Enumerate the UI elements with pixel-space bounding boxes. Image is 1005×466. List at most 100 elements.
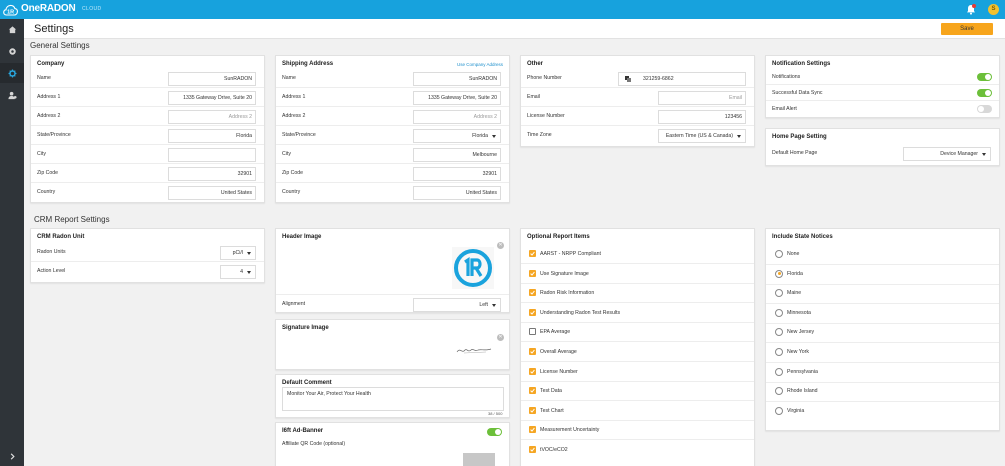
state-option[interactable]: None bbox=[766, 246, 999, 265]
radio-label: New York bbox=[787, 349, 809, 355]
optional-item[interactable]: Test Chart bbox=[521, 402, 754, 421]
checkbox-checked[interactable] bbox=[529, 367, 536, 375]
company-address2-input[interactable]: Address 2 bbox=[168, 110, 256, 124]
checkbox-checked[interactable] bbox=[529, 426, 536, 434]
default-comment-textarea[interactable]: Monitor Your Air, Protect Your Health bbox=[282, 387, 504, 411]
company-zip-row: Zip Code 32901 bbox=[31, 164, 264, 183]
state-option[interactable]: Minnesota bbox=[766, 305, 999, 324]
phone-input[interactable]: 321259-6862 bbox=[618, 72, 746, 86]
check-icon bbox=[530, 251, 535, 256]
optional-item[interactable]: License Number bbox=[521, 363, 754, 382]
alignment-select[interactable]: Left bbox=[413, 298, 501, 312]
sidebar-item-home[interactable] bbox=[0, 19, 24, 39]
company-country-input[interactable]: United States bbox=[168, 186, 256, 200]
radio-unselected[interactable] bbox=[775, 406, 783, 415]
qr-code-placeholder[interactable] bbox=[463, 453, 495, 466]
checkbox-unchecked[interactable] bbox=[529, 328, 536, 336]
shipping-address2-input[interactable]: Address 2 bbox=[413, 110, 501, 124]
field-label: Zip Code bbox=[37, 170, 59, 176]
optional-item[interactable]: Measurement Uncertainty bbox=[521, 421, 754, 441]
optional-item[interactable]: Overall Average bbox=[521, 343, 754, 362]
default-home-select[interactable]: Device Manager bbox=[903, 147, 991, 161]
remove-header-image-icon[interactable]: ✕ bbox=[497, 242, 504, 249]
sidebar-expand-button[interactable] bbox=[0, 446, 24, 466]
state-option[interactable]: New Jersey bbox=[766, 324, 999, 344]
sidebar-item-settings[interactable] bbox=[0, 63, 24, 83]
general-settings-heading: General Settings bbox=[30, 41, 90, 50]
checkbox-checked[interactable] bbox=[529, 348, 536, 355]
gear-icon bbox=[8, 69, 16, 77]
radio-selected[interactable] bbox=[775, 269, 783, 278]
brand-name: OneRADON bbox=[21, 3, 76, 14]
optional-item[interactable]: Understanding Radon Test Results bbox=[521, 304, 754, 323]
radio-unselected[interactable] bbox=[775, 289, 783, 298]
optional-item[interactable]: Radon Risk Information bbox=[521, 284, 754, 304]
sidebar-item-users[interactable] bbox=[0, 85, 24, 105]
optional-item[interactable]: tVOC/eCO2 bbox=[521, 441, 754, 460]
save-button[interactable]: Save bbox=[941, 23, 993, 35]
action-level-select[interactable]: 4 bbox=[220, 265, 256, 279]
email-input[interactable]: Email bbox=[658, 91, 746, 105]
optional-item[interactable]: EPA Average bbox=[521, 323, 754, 343]
radio-unselected[interactable] bbox=[775, 348, 783, 356]
radio-unselected[interactable] bbox=[775, 250, 783, 258]
state-option[interactable]: Florida bbox=[766, 266, 999, 285]
shipping-zip-input[interactable]: 32901 bbox=[413, 167, 501, 181]
checkbox-checked[interactable] bbox=[529, 387, 536, 395]
checkbox-checked[interactable] bbox=[529, 308, 536, 316]
state-option[interactable]: Rhode Island bbox=[766, 383, 999, 403]
user-avatar[interactable]: S bbox=[988, 4, 999, 15]
radio-unselected[interactable] bbox=[775, 328, 783, 337]
notifications-toggle[interactable] bbox=[977, 73, 992, 81]
default-home-row: Default Home Page Device Manager bbox=[766, 144, 999, 163]
optional-item[interactable]: AARST - NRPP Compliant bbox=[521, 245, 754, 264]
radio-unselected[interactable] bbox=[775, 308, 783, 317]
timezone-select[interactable]: Eastern Time (US & Canada) bbox=[658, 129, 746, 143]
license-input[interactable]: 123456 bbox=[658, 110, 746, 124]
checkbox-checked[interactable] bbox=[529, 269, 536, 277]
checkbox-checked[interactable] bbox=[529, 289, 536, 297]
radio-unselected[interactable] bbox=[775, 387, 783, 396]
alignment-row: Alignment Left bbox=[276, 294, 509, 313]
checkbox-label: Test Data bbox=[540, 388, 562, 395]
email-alert-toggle[interactable] bbox=[977, 105, 992, 113]
signature-image[interactable] bbox=[456, 345, 492, 355]
select-value: Left bbox=[479, 302, 488, 308]
company-state-input[interactable]: Florida bbox=[168, 129, 256, 143]
checkbox-checked[interactable] bbox=[529, 250, 536, 257]
checkbox-checked[interactable] bbox=[529, 406, 536, 414]
state-option[interactable]: Maine bbox=[766, 285, 999, 305]
checkbox-checked[interactable] bbox=[529, 446, 536, 453]
shipping-city-row: City Melbourne bbox=[276, 145, 509, 164]
optional-item[interactable]: Use Signature Image bbox=[521, 265, 754, 284]
shipping-country-row: Country United States bbox=[276, 183, 509, 202]
use-company-address-link[interactable]: Use Company Address bbox=[457, 62, 503, 67]
select-value: pCi/l bbox=[232, 250, 243, 256]
company-city-input[interactable] bbox=[168, 148, 256, 162]
data-sync-toggle[interactable] bbox=[977, 89, 992, 97]
shipping-state-select[interactable]: Florida bbox=[413, 129, 501, 143]
company-name-input[interactable]: SunRADON bbox=[168, 72, 256, 86]
shipping-country-input[interactable]: United States bbox=[413, 186, 501, 200]
company-address1-row: Address 1 1335 Gateway Drive, Suite 20 bbox=[31, 88, 264, 107]
company-zip-input[interactable]: 32901 bbox=[168, 167, 256, 181]
radon-units-select[interactable]: pCi/l bbox=[220, 246, 256, 260]
toggle-label: Notifications bbox=[772, 74, 801, 80]
qr-code-label: Affiliate QR Code (optional) bbox=[282, 441, 346, 447]
radio-unselected[interactable] bbox=[775, 367, 783, 376]
optional-item[interactable]: Test Data bbox=[521, 382, 754, 402]
state-option[interactable]: Pennsylvania bbox=[766, 364, 999, 383]
remove-signature-icon[interactable]: ✕ bbox=[497, 334, 504, 341]
state-option[interactable]: New York bbox=[766, 344, 999, 363]
company-address1-input[interactable]: 1335 Gateway Drive, Suite 20 bbox=[168, 91, 256, 105]
ad-banner-toggle[interactable] bbox=[487, 428, 502, 436]
flag-icon[interactable] bbox=[625, 76, 631, 82]
shipping-city-input[interactable]: Melbourne bbox=[413, 148, 501, 162]
company-address2-row: Address 2 Address 2 bbox=[31, 107, 264, 126]
header-logo-image[interactable] bbox=[452, 247, 494, 289]
shipping-name-input[interactable]: SunRADON bbox=[413, 72, 501, 86]
shipping-address1-input[interactable]: 1335 Gateway Drive, Suite 20 bbox=[413, 91, 501, 105]
cloud-logo-icon: 1R bbox=[3, 4, 18, 16]
sidebar-item-devices[interactable] bbox=[0, 41, 24, 61]
state-option[interactable]: Virginia bbox=[766, 403, 999, 422]
